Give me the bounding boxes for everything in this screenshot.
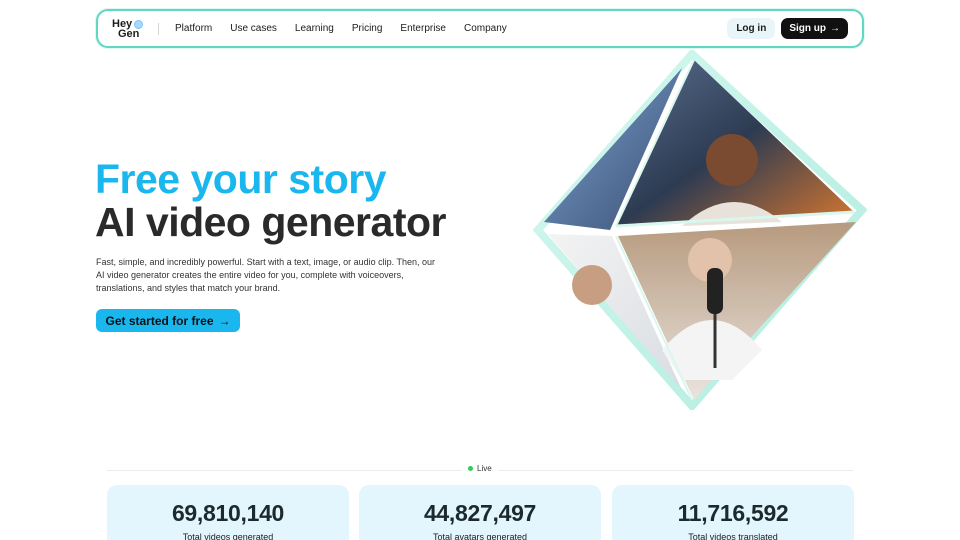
nav-actions: Log in Sign up → <box>727 18 848 39</box>
menu-item-platform[interactable]: Platform <box>175 23 212 34</box>
menu-item-use-cases[interactable]: Use cases <box>230 23 277 34</box>
nav-divider <box>158 22 159 35</box>
stat-value: 69,810,140 <box>171 500 285 526</box>
live-indicator: Live <box>462 464 498 473</box>
avatar-head-left <box>572 265 612 305</box>
hero-headline: AI video generator <box>95 199 446 245</box>
get-started-label: Get started for free <box>105 313 214 328</box>
stat-value: 11,716,592 <box>677 500 789 526</box>
octahedron-graphic <box>532 48 868 413</box>
stat-label: Total avatars generated <box>432 532 528 540</box>
signup-button[interactable]: Sign up → <box>781 18 848 39</box>
signup-label: Sign up <box>789 23 826 34</box>
menu-item-pricing[interactable]: Pricing <box>352 23 383 34</box>
arrow-right-icon: → <box>218 313 231 328</box>
login-button[interactable]: Log in <box>727 18 776 39</box>
microphone-icon <box>707 268 723 314</box>
top-navbar: Hey Gen Platform Use cases Learning Pric… <box>96 9 864 48</box>
stat-label: Total videos translated <box>688 532 778 540</box>
avatar-head <box>706 134 758 186</box>
menu-item-learning[interactable]: Learning <box>295 23 334 34</box>
hero-octahedron-visual <box>532 48 868 413</box>
stat-value: 44,827,497 <box>423 500 537 526</box>
arrow-right-icon: → <box>830 23 840 34</box>
stat-card-videos-translated: 11,716,592 Total videos translated <box>612 485 854 540</box>
get-started-button[interactable]: Get started for free → <box>96 309 240 332</box>
stat-card-avatars-generated: 44,827,497 Total avatars generated <box>359 485 601 540</box>
heygen-logo[interactable]: Hey Gen <box>112 18 146 40</box>
hero-description: Fast, simple, and incredibly powerful. S… <box>96 257 435 293</box>
live-label: Live <box>477 464 492 473</box>
stat-label: Total videos generated <box>182 532 274 540</box>
hero-headline-accent: Free your story <box>95 156 387 202</box>
main-menu: Platform Use cases Learning Pricing Ente… <box>175 23 525 34</box>
live-dot-icon <box>468 466 473 471</box>
menu-item-company[interactable]: Company <box>464 23 507 34</box>
stat-card-videos-generated: 69,810,140 Total videos generated <box>107 485 349 540</box>
menu-item-enterprise[interactable]: Enterprise <box>400 23 446 34</box>
logo-globe-icon <box>134 19 143 29</box>
logo-text-line2: Gen <box>118 27 140 40</box>
